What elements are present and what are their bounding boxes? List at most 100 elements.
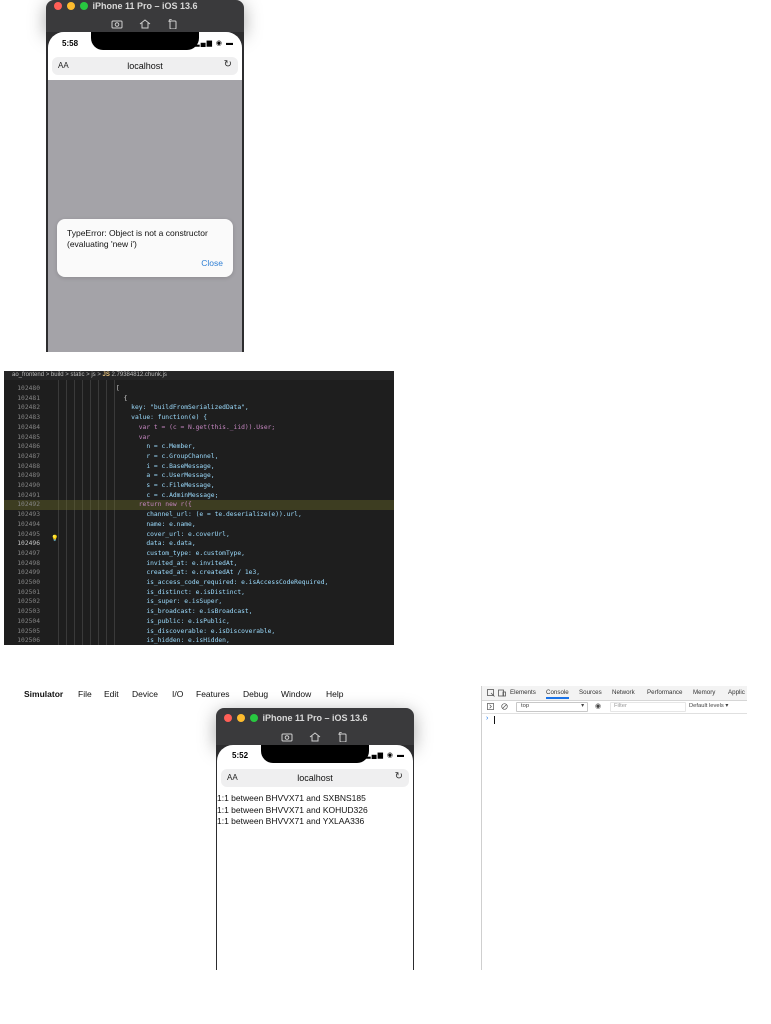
tab-application[interactable]: Applic bbox=[728, 689, 745, 696]
code-line[interactable]: 102486 n = c.Member, bbox=[4, 442, 394, 452]
code-text: is_access_code_required: e.isAccessCodeR… bbox=[116, 579, 329, 586]
menu-debug[interactable]: Debug bbox=[243, 689, 268, 699]
breadcrumb-part[interactable]: js bbox=[91, 372, 95, 378]
console-cursor[interactable] bbox=[494, 716, 495, 724]
line-number: 102480 bbox=[17, 385, 40, 392]
breadcrumb-separator: > bbox=[65, 372, 69, 378]
channel-list: 1:1 between BHVVX71 and SXBNS185 1:1 bet… bbox=[217, 793, 368, 828]
rotate-icon[interactable] bbox=[167, 18, 179, 29]
code-line[interactable]: 102500 is_access_code_required: e.isAcce… bbox=[4, 578, 394, 588]
code-text: channel_url: (e = te.deserialize(e)).url… bbox=[116, 511, 302, 519]
code-line[interactable]: 102481 { bbox=[4, 394, 394, 404]
code-text: c = c.AdminMessage; bbox=[116, 491, 219, 499]
code-line[interactable]: 102497 custom_type: e.customType, bbox=[4, 549, 394, 559]
line-number: 102492 bbox=[17, 501, 40, 509]
breadcrumb-part[interactable]: build bbox=[51, 372, 64, 378]
tab-elements[interactable]: Elements bbox=[510, 689, 536, 696]
code-text: is_public: e.isPublic, bbox=[116, 617, 230, 625]
code-line[interactable]: 102495 cover_url: e.coverUrl, bbox=[4, 530, 394, 540]
url-host[interactable]: localhost bbox=[52, 61, 238, 71]
tab-network[interactable]: Network bbox=[612, 689, 635, 696]
breadcrumb-file[interactable]: 2.79384812.chunk.js bbox=[112, 372, 167, 378]
code-text: r = c.GroupChannel, bbox=[116, 452, 219, 460]
menu-simulator[interactable]: Simulator bbox=[24, 689, 63, 699]
code-text: is_super: e.isSuper, bbox=[116, 598, 223, 606]
code-line[interactable]: 102484 var t = (c = N.get(this._iid)).Us… bbox=[4, 423, 394, 433]
list-item[interactable]: 1:1 between BHVVX71 and SXBNS185 bbox=[217, 793, 368, 805]
alert-close-button[interactable]: Close bbox=[201, 258, 223, 268]
simulator-title: iPhone 11 Pro – iOS 13.6 bbox=[92, 1, 198, 11]
code-line[interactable]: 102503 is_broadcast: e.isBroadcast, bbox=[4, 607, 394, 617]
rotate-icon[interactable] bbox=[337, 731, 349, 742]
code-text: invited_at: e.invitedAt, bbox=[116, 559, 238, 567]
tab-sources[interactable]: Sources bbox=[579, 689, 602, 696]
code-line[interactable]: 102494 name: e.name, bbox=[4, 520, 394, 530]
url-bar[interactable]: AA localhost ↻ bbox=[221, 769, 409, 787]
code-line[interactable]: 102493 channel_url: (e = te.deserialize(… bbox=[4, 510, 394, 520]
url-bar[interactable]: AA localhost ↻ bbox=[52, 57, 238, 75]
code-line[interactable]: 102499 created_at: e.createdAt / 1e3, bbox=[4, 568, 394, 578]
menu-device[interactable]: Device bbox=[132, 689, 158, 699]
menu-edit[interactable]: Edit bbox=[104, 689, 119, 699]
code-line[interactable]: 102492 return new r({ bbox=[4, 500, 394, 511]
tab-memory[interactable]: Memory bbox=[693, 689, 715, 696]
code-text: { bbox=[116, 394, 128, 402]
code-line[interactable]: 102496 data: e.data, bbox=[4, 539, 394, 549]
inspect-element-icon[interactable] bbox=[487, 689, 495, 697]
breadcrumb: ao_frontend > build > static > js > JS 2… bbox=[4, 371, 394, 380]
line-number: 102498 bbox=[17, 559, 40, 567]
tab-console[interactable]: Console bbox=[546, 689, 569, 699]
code-line[interactable]: 102504 is_public: e.isPublic, bbox=[4, 617, 394, 627]
console-prompt[interactable]: › bbox=[486, 715, 488, 722]
home-icon[interactable] bbox=[309, 732, 321, 742]
simulator-toolbar bbox=[216, 728, 414, 746]
code-line[interactable]: 102506 is_hidden: e.isHidden, bbox=[4, 636, 394, 645]
url-host[interactable]: localhost bbox=[221, 773, 409, 783]
tab-performance[interactable]: Performance bbox=[647, 689, 682, 696]
code-line[interactable]: 102505 is_discoverable: e.isDiscoverable… bbox=[4, 627, 394, 637]
code-line[interactable]: 102491 c = c.AdminMessage; bbox=[4, 491, 394, 501]
home-icon[interactable] bbox=[139, 19, 151, 29]
device-toolbar-icon[interactable] bbox=[498, 689, 506, 697]
reload-icon[interactable]: ↻ bbox=[395, 771, 403, 782]
code-text: var t = (c = N.get(this._iid)).User; bbox=[116, 423, 276, 431]
simulator-title: iPhone 11 Pro – iOS 13.6 bbox=[262, 713, 368, 723]
code-line[interactable]: 102483 value: function(e) { bbox=[4, 413, 394, 423]
breadcrumb-part[interactable]: ao_frontend bbox=[12, 372, 44, 378]
reload-icon[interactable]: ↻ bbox=[224, 59, 232, 70]
code-line[interactable]: 102502 is_super: e.isSuper, bbox=[4, 597, 394, 607]
list-item[interactable]: 1:1 between BHVVX71 and KOHUD326 bbox=[217, 805, 368, 817]
filter-input[interactable]: Filter bbox=[610, 702, 686, 712]
screenshot-icon[interactable] bbox=[281, 732, 293, 742]
code-line[interactable]: 102485 var bbox=[4, 433, 394, 443]
context-select[interactable]: top ▾ bbox=[516, 702, 588, 712]
code-line[interactable]: 102498 invited_at: e.invitedAt, bbox=[4, 559, 394, 569]
code-line[interactable]: 102480 [ bbox=[4, 384, 394, 394]
code-line[interactable]: 102488 i = c.BaseMessage, bbox=[4, 462, 394, 472]
code-line[interactable]: 102490 s = c.FileMessage, bbox=[4, 481, 394, 491]
screenshot-icon[interactable] bbox=[111, 19, 123, 29]
code-line[interactable]: 102501 is_distinct: e.isDistinct, bbox=[4, 588, 394, 598]
menu-window[interactable]: Window bbox=[281, 689, 311, 699]
list-item[interactable]: 1:1 between BHVVX71 and YXLAA336 bbox=[217, 816, 368, 828]
status-time: 5:58 bbox=[62, 39, 79, 48]
code-line[interactable]: 102482 key: "buildFromSerializedData", bbox=[4, 403, 394, 413]
code-line[interactable]: 102487 r = c.GroupChannel, bbox=[4, 452, 394, 462]
clear-console-icon[interactable] bbox=[501, 703, 508, 710]
code-text: key: "buildFromSerializedData", bbox=[116, 404, 249, 412]
error-alert: TypeError: Object is not a constructor (… bbox=[57, 219, 233, 277]
lightbulb-icon[interactable]: 💡 bbox=[51, 535, 58, 542]
log-levels-select[interactable]: Default levels ▾ bbox=[689, 703, 728, 709]
menu-features[interactable]: Features bbox=[196, 689, 230, 699]
phone-notch bbox=[261, 745, 369, 763]
sidebar-toggle-icon[interactable] bbox=[487, 703, 494, 710]
menu-help[interactable]: Help bbox=[326, 689, 343, 699]
eye-icon[interactable]: ◉ bbox=[595, 702, 601, 710]
code-line[interactable]: 102489 a = c.UserMessage, bbox=[4, 471, 394, 481]
code-text: i = c.BaseMessage, bbox=[116, 462, 215, 470]
menu-file[interactable]: File bbox=[78, 689, 92, 699]
breadcrumb-part[interactable]: static bbox=[70, 372, 84, 378]
code-text: [ bbox=[116, 385, 120, 392]
top-phone-frame: 5:58 ▂▄▆ ◉ ▬ AA localhost ↻ TypeError: O… bbox=[46, 32, 244, 352]
menu-io[interactable]: I/O bbox=[172, 689, 183, 699]
